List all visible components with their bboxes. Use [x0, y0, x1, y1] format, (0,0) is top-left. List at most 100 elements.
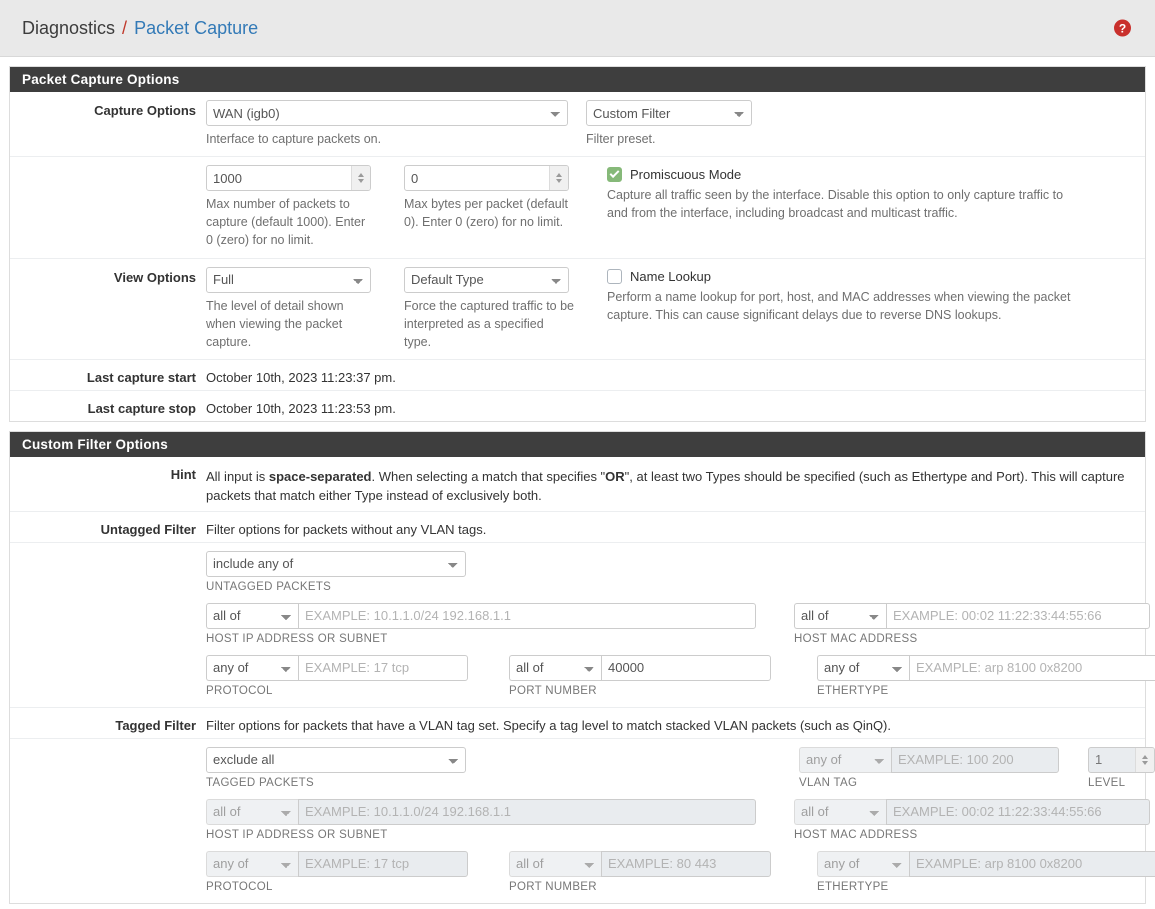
breadcrumb-parent[interactable]: Diagnostics: [22, 18, 115, 39]
untagged-host-mac-input[interactable]: [886, 602, 1150, 629]
filter-preset-select[interactable]: Custom Filter: [586, 100, 752, 126]
promiscuous-mode-group: Promiscuous Mode Capture all traffic see…: [607, 165, 1067, 249]
untagged-host-mac-caption: HOST MAC ADDRESS: [794, 632, 918, 645]
hint-bold-2: OR: [605, 468, 625, 484]
last-capture-start-row: Last capture start October 10th, 2023 11…: [10, 360, 1145, 391]
promiscuous-mode-checkbox[interactable]: [607, 167, 622, 183]
untagged-protocol-group: any of PROTOCOL: [206, 654, 491, 697]
packet-count-field-group: Max number of packets to capture (defaul…: [206, 165, 386, 249]
tagged-port-caption: PORT NUMBER: [509, 880, 597, 893]
untagged-host-mac-mode-select[interactable]: all of: [794, 602, 886, 629]
packet-length-input[interactable]: [404, 165, 569, 192]
detail-level-select[interactable]: Full: [206, 266, 371, 293]
capture-limits-row: Max number of packets to capture (defaul…: [10, 157, 1145, 259]
tagged-filter-controls-row: exclude all TAGGED PACKETS any of VLAN T…: [10, 739, 1155, 903]
tagged-level-group: LEVEL: [1088, 746, 1155, 789]
tagged-vlan-tag-mode-select[interactable]: any of: [799, 746, 891, 773]
tagged-port-input[interactable]: [601, 850, 771, 877]
untagged-packets-select[interactable]: include any of: [206, 550, 466, 577]
detail-level-field-group: Full The level of detail shown when view…: [206, 266, 386, 351]
tagged-vlan-tag-caption: VLAN TAG: [799, 776, 858, 789]
interface-help-text: Interface to capture packets on.: [206, 132, 382, 146]
tagged-filter-description-row: Tagged Filter Filter options for packets…: [10, 708, 1145, 739]
detail-level-help-text: The level of detail shown when viewing t…: [206, 298, 344, 349]
untagged-port-input[interactable]: [601, 654, 771, 681]
untagged-host-ip-group: all of HOST IP ADDRESS OR SUBNET: [206, 602, 776, 645]
custom-filter-options-panel: Custom Filter Options Hint All input is …: [9, 430, 1155, 904]
untagged-host-ip-mode-select[interactable]: all of: [206, 602, 298, 629]
last-capture-stop-row: Last capture stop October 10th, 2023 11:…: [10, 391, 1145, 421]
tagged-host-ip-group: all of HOST IP ADDRESS OR SUBNET: [206, 798, 776, 841]
tagged-host-ip-input[interactable]: [298, 798, 756, 825]
tagged-protocol-input[interactable]: [298, 850, 468, 877]
packet-count-stepper[interactable]: [351, 166, 370, 191]
name-lookup-group: Name Lookup Perform a name lookup for po…: [607, 267, 1077, 351]
interface-field-group: WAN (igb0) Interface to capture packets …: [206, 100, 568, 148]
untagged-proto-row: any of PROTOCOL all of PORT NUMBER: [206, 654, 1155, 697]
custom-filter-options-heading: Custom Filter Options: [10, 431, 1145, 457]
tagged-host-mac-caption: HOST MAC ADDRESS: [794, 828, 918, 841]
breadcrumb-current[interactable]: Packet Capture: [134, 18, 258, 39]
untagged-ethertype-group: any of ETHERTYPE: [817, 654, 1155, 697]
breadcrumb-bar: Diagnostics / Packet Capture ?: [0, 0, 1155, 57]
packet-length-field-group: Max bytes per packet (default 0). Enter …: [404, 165, 589, 249]
tagged-level-stepper[interactable]: [1135, 747, 1154, 772]
untagged-packets-caption: UNTAGGED PACKETS: [206, 580, 332, 593]
tagged-filter-description: Filter options for packets that have a V…: [206, 717, 891, 733]
tagged-vlan-tag-group: any of VLAN TAG: [799, 746, 1074, 789]
tagged-protocol-mode-select[interactable]: any of: [206, 850, 298, 877]
last-capture-start-label: Last capture start: [86, 369, 196, 385]
untagged-ethertype-input[interactable]: [909, 654, 1155, 681]
promiscuous-mode-help-text: Capture all traffic seen by the interfac…: [607, 188, 1064, 221]
tagged-host-mac-mode-select[interactable]: all of: [794, 798, 886, 825]
tagged-port-mode-select[interactable]: all of: [509, 850, 601, 877]
untagged-controls-label: [10, 551, 206, 554]
untagged-protocol-caption: PROTOCOL: [206, 684, 273, 697]
packet-length-help-text: Max bytes per packet (default 0). Enter …: [404, 197, 568, 230]
untagged-host-mac-group: all of HOST MAC ADDRESS: [794, 602, 1150, 645]
untagged-port-group: all of PORT NUMBER: [509, 654, 799, 697]
tagged-packets-select[interactable]: exclude all: [206, 746, 466, 773]
tagged-host-ip-mode-select[interactable]: all of: [206, 798, 298, 825]
tagged-packets-field-group: exclude all TAGGED PACKETS: [206, 746, 781, 789]
tagged-controls-label: [10, 747, 206, 750]
tagged-host-mac-input[interactable]: [886, 798, 1150, 825]
tagged-host-row: all of HOST IP ADDRESS OR SUBNET all of …: [206, 798, 1155, 841]
untagged-host-row: all of HOST IP ADDRESS OR SUBNET all of …: [206, 602, 1155, 645]
hint-text: All input is space-separated. When selec…: [206, 464, 1133, 506]
untagged-protocol-input[interactable]: [298, 654, 468, 681]
last-capture-stop-label: Last capture stop: [87, 400, 196, 416]
name-lookup-checkbox[interactable]: [607, 268, 622, 284]
tagged-ethertype-caption: ETHERTYPE: [817, 880, 889, 893]
tagged-packets-row: exclude all TAGGED PACKETS any of VLAN T…: [206, 746, 1155, 789]
packet-count-help-text: Max number of packets to capture (defaul…: [206, 197, 366, 248]
untagged-host-ip-input[interactable]: [298, 602, 756, 629]
tagged-host-ip-caption: HOST IP ADDRESS OR SUBNET: [206, 828, 388, 841]
tagged-ethertype-mode-select[interactable]: any of: [817, 850, 909, 877]
name-lookup-row[interactable]: Name Lookup: [607, 268, 1077, 284]
packet-count-input[interactable]: [206, 165, 371, 192]
tagged-packets-caption: TAGGED PACKETS: [206, 776, 314, 789]
protocol-type-select[interactable]: Default Type: [404, 266, 569, 293]
untagged-filter-label: Untagged Filter: [100, 521, 196, 537]
untagged-protocol-mode-select[interactable]: any of: [206, 654, 298, 681]
untagged-port-mode-select[interactable]: all of: [509, 654, 601, 681]
tagged-filter-label: Tagged Filter: [115, 717, 196, 733]
tagged-protocol-caption: PROTOCOL: [206, 880, 273, 893]
tagged-ethertype-input[interactable]: [909, 850, 1155, 877]
promiscuous-mode-row[interactable]: Promiscuous Mode: [607, 167, 1067, 183]
capture-options-row: Capture Options WAN (igb0) Interface to …: [10, 92, 1145, 158]
tagged-port-group: all of PORT NUMBER: [509, 850, 799, 893]
filter-preset-help-text: Filter preset.: [586, 132, 656, 146]
hint-part-2: . When selecting a match that specifies …: [371, 468, 606, 484]
hint-part-1: All input is: [206, 468, 269, 484]
untagged-ethertype-mode-select[interactable]: any of: [817, 654, 909, 681]
packet-capture-options-panel: Packet Capture Options Capture Options W…: [9, 66, 1146, 422]
help-icon[interactable]: ?: [1114, 19, 1131, 37]
untagged-port-caption: PORT NUMBER: [509, 684, 597, 697]
packet-length-stepper[interactable]: [549, 166, 568, 191]
interface-select[interactable]: WAN (igb0): [206, 100, 568, 126]
tagged-proto-row: any of PROTOCOL all of PORT NUMBER: [206, 850, 1155, 893]
tagged-vlan-tag-input[interactable]: [891, 746, 1059, 773]
tagged-protocol-group: any of PROTOCOL: [206, 850, 491, 893]
